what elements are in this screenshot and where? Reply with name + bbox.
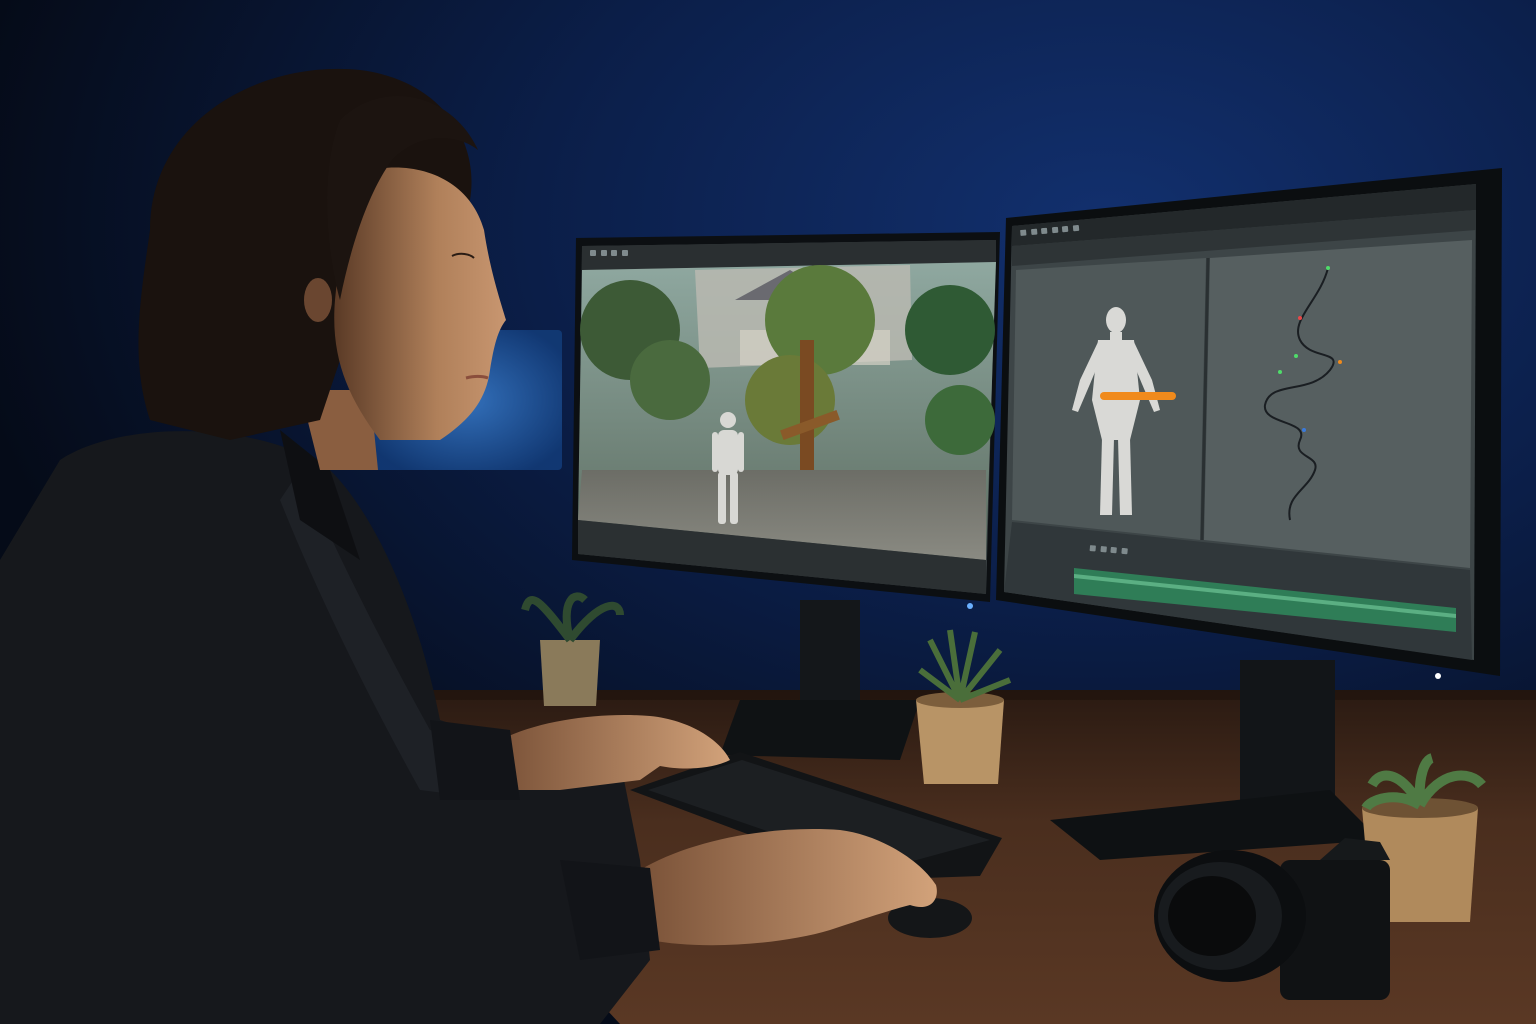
rig-orange-bone (1100, 392, 1176, 400)
toolbar-icon[interactable] (600, 250, 607, 256)
keyframe-icon[interactable] (1110, 546, 1118, 554)
toolbar-icon[interactable] (590, 250, 596, 256)
toolbar-icon[interactable] (1041, 227, 1048, 235)
toolbar-icon[interactable] (1030, 228, 1038, 236)
toolbar-icon[interactable] (1072, 224, 1080, 232)
toolbar-icon[interactable] (611, 250, 618, 256)
left-stand (800, 600, 860, 700)
right-monitor (996, 168, 1502, 679)
left-monitor (572, 232, 1000, 609)
play-icon[interactable] (1089, 545, 1096, 552)
stop-icon[interactable] (1100, 545, 1107, 553)
loop-icon[interactable] (1121, 547, 1128, 555)
toolbar-icon[interactable] (1062, 225, 1069, 233)
toolbar-icon[interactable] (621, 250, 628, 256)
trajectory-viewport (1204, 240, 1472, 568)
photo-scene (0, 0, 1536, 1024)
left-monitor-toolbar (590, 250, 990, 260)
toolbar-icon[interactable] (1051, 226, 1059, 234)
toolbar-icon[interactable] (1020, 229, 1027, 236)
